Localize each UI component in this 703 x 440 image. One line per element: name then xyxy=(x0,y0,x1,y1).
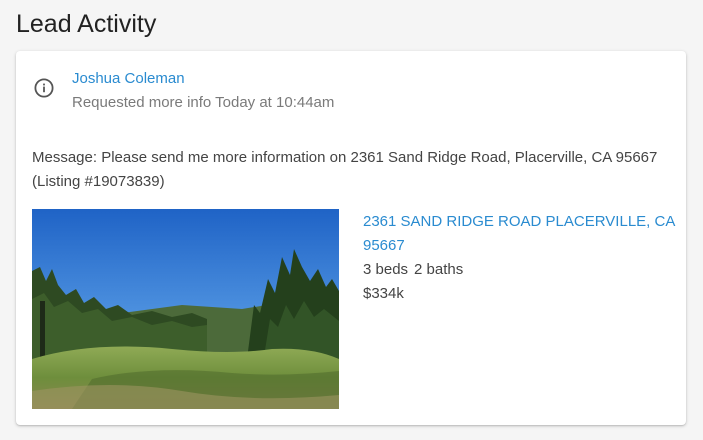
listing-photo[interactable] xyxy=(32,209,339,409)
listing-address-link[interactable]: 2361 SAND RIDGE ROAD PLACERVILLE, CA 956… xyxy=(363,210,678,258)
listing-baths: 2 baths xyxy=(414,261,464,278)
lead-message: Message: Please send me more information… xyxy=(32,149,658,190)
listing-photo-image xyxy=(32,209,339,409)
activity-timestamp: Requested more info Today at 10:44am xyxy=(72,94,335,111)
listing-price: $334k xyxy=(363,285,404,302)
lead-activity-page: Lead Activity Joshua Coleman Requested m… xyxy=(0,0,703,440)
info-circle-icon xyxy=(34,78,54,98)
listing-beds: 3 beds xyxy=(363,261,409,278)
listing-details: 2361 SAND RIDGE ROAD PLACERVILLE, CA 956… xyxy=(363,210,678,306)
section-title: Lead Activity xyxy=(16,10,157,38)
lead-name-link[interactable]: Joshua Coleman xyxy=(72,69,185,89)
listing-rooms: 3 beds 2 baths xyxy=(363,258,678,282)
